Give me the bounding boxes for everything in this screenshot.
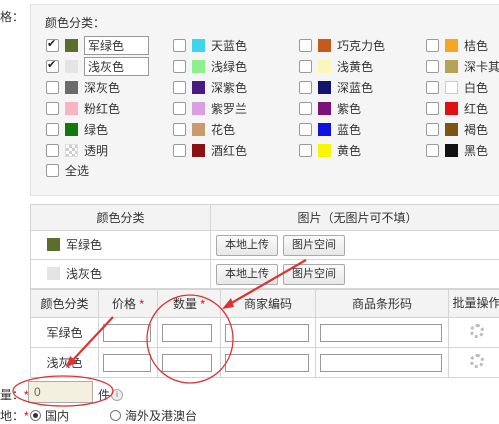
annotation-overlay: [0, 0, 499, 417]
annotation-arrow: [228, 260, 306, 305]
annotation-arrowhead: [222, 298, 234, 309]
annotation-arrow: [71, 317, 113, 362]
annotation-ellipse: [147, 295, 233, 383]
annotation-ellipse: [13, 376, 113, 406]
